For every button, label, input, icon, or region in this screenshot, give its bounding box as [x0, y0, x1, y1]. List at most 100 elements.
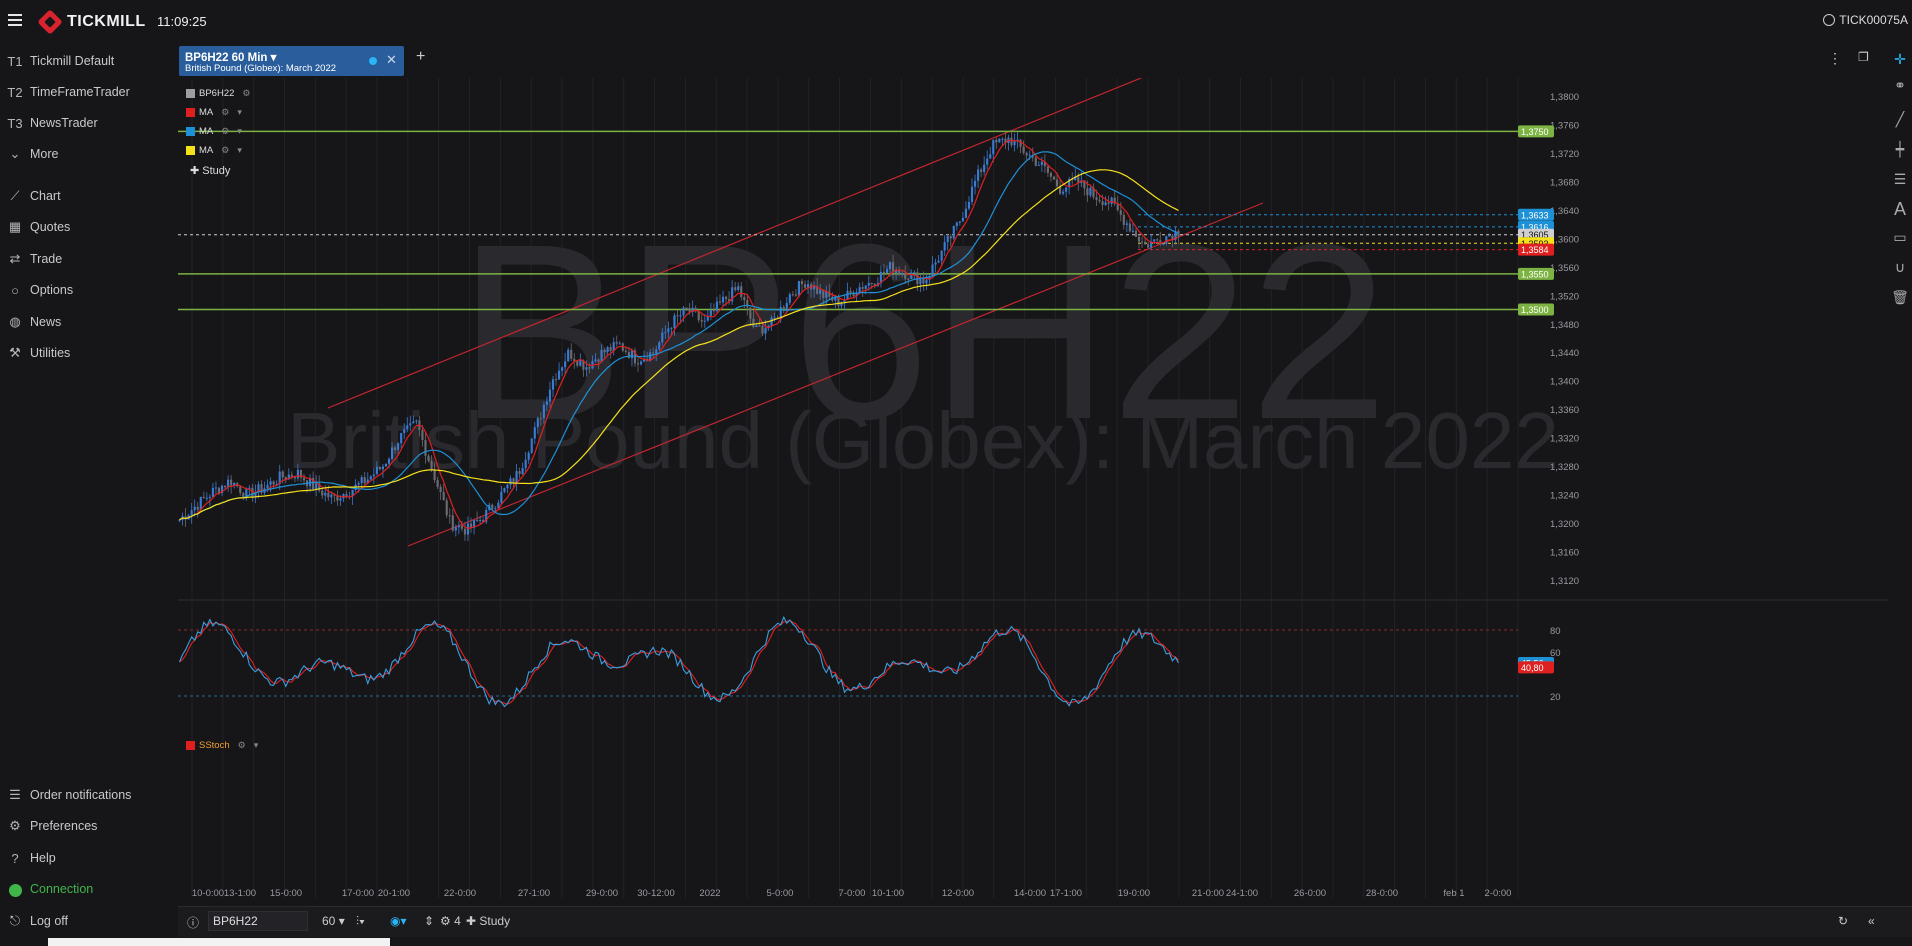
nav-label: Trade: [30, 252, 63, 266]
nav-quotes[interactable]: ▦ Quotes: [0, 215, 178, 239]
account-id[interactable]: TICK00075A: [1823, 13, 1908, 27]
legend-item-ma-red[interactable]: MA ⚙ ▾: [186, 103, 250, 122]
menu-icon[interactable]: [8, 14, 22, 26]
reset-icon[interactable]: ↻: [1838, 914, 1848, 928]
candle-body: [506, 484, 509, 489]
nav-connection[interactable]: Connection: [0, 877, 178, 901]
oscillator-legend[interactable]: SStoch ⚙ ▾: [186, 740, 258, 751]
y-tick-label: 1,3480: [1550, 320, 1579, 331]
chart-type-icon[interactable]: ⫶▾: [356, 914, 365, 929]
nav-trade[interactable]: ⇄ Trade: [0, 247, 178, 271]
add-tab-button[interactable]: +: [416, 48, 425, 66]
nav-news[interactable]: ◍ News: [0, 310, 178, 334]
x-tick-label: 15-0:00: [270, 888, 302, 899]
nav-logoff[interactable]: ⎋ Log off: [0, 909, 178, 933]
legend-item-price[interactable]: BP6H22 ⚙: [186, 84, 250, 103]
globe-icon: [1823, 14, 1836, 26]
gear-icon[interactable]: ⚙: [221, 126, 229, 137]
candle-body: [630, 350, 633, 359]
candle-body: [639, 361, 643, 365]
horizontal-line-icon[interactable]: ┿: [1888, 136, 1912, 162]
link-icon[interactable]: ⚭: [1888, 72, 1912, 98]
candle-body: [479, 519, 482, 522]
eye-icon[interactable]: ◉▾: [390, 914, 407, 928]
chevron-down-icon[interactable]: ▾: [237, 107, 242, 118]
candle-body: [193, 506, 196, 511]
more-vertical-icon[interactable]: ⋮: [1828, 50, 1842, 67]
add-study-bottom-button[interactable]: ✚ Study: [466, 914, 510, 928]
collapse-icon[interactable]: «: [1868, 914, 1875, 928]
template-t1[interactable]: T1 Tickmill Default: [0, 49, 178, 73]
crosshair-icon[interactable]: ✛: [1888, 46, 1912, 72]
color-swatch: [186, 146, 195, 155]
legend-label: MA: [199, 126, 214, 137]
nav-utilities[interactable]: ⚒ Utilities: [0, 341, 178, 365]
nav-options[interactable]: ○ Options: [0, 278, 178, 302]
nav-order-notifications[interactable]: ☰ Order notifications: [0, 783, 178, 807]
window-icon[interactable]: ❐: [1858, 50, 1869, 64]
gear-icon[interactable]: ⚙: [238, 740, 246, 751]
interval-select[interactable]: 60 ▾: [322, 914, 345, 928]
candle-body: [567, 349, 570, 362]
template-t2[interactable]: T2 TimeFrameTrader: [0, 80, 178, 104]
candle-body: [1049, 172, 1053, 177]
text-icon[interactable]: A: [1888, 196, 1912, 222]
nav-label: Chart: [30, 189, 61, 203]
rectangle-icon[interactable]: ▭: [1888, 224, 1912, 250]
candle-body: [227, 479, 230, 488]
gear-icon[interactable]: ⚙: [221, 107, 229, 118]
candle-body: [958, 221, 961, 223]
candle-body: [624, 350, 627, 353]
legend-item-ma-yellow[interactable]: MA ⚙ ▾: [186, 141, 250, 160]
chevron-down-icon[interactable]: ▾: [254, 740, 259, 751]
gear-icon[interactable]: ⚙: [242, 88, 250, 99]
template-key: T1: [7, 53, 23, 69]
x-tick-label: 14-0:00: [1014, 888, 1046, 899]
chevron-down-icon[interactable]: ▾: [237, 126, 242, 137]
candle-body: [992, 139, 995, 155]
close-icon[interactable]: ✕: [386, 52, 397, 68]
add-study-button[interactable]: ✚ Study: [190, 164, 230, 177]
candle-body: [937, 260, 940, 263]
y-tick-label: 1,3280: [1550, 462, 1579, 473]
cursor-icon[interactable]: ⇕: [424, 914, 434, 928]
gear-icon[interactable]: ⚙: [221, 145, 229, 156]
nav-help[interactable]: ? Help: [0, 846, 178, 870]
x-tick-label: 30-12:00: [637, 888, 675, 899]
trash-icon[interactable]: 🗑: [1888, 284, 1912, 310]
studies-count-value: 4: [454, 914, 461, 928]
study-label: Study: [202, 165, 231, 177]
candle-body: [296, 469, 299, 479]
trendline-icon[interactable]: ╱: [1888, 106, 1912, 132]
nav-preferences[interactable]: ⚙ Preferences: [0, 814, 178, 838]
chart-tab[interactable]: BP6H22 60 Min ▾ British Pound (Globex): …: [179, 46, 404, 76]
template-t3[interactable]: T3 NewsTrader: [0, 111, 178, 135]
x-tick-label: 21-0:00: [1192, 888, 1224, 899]
nav-label: Log off: [30, 914, 69, 928]
candle-body: [949, 236, 952, 239]
studies-count[interactable]: ⚙ 4: [440, 914, 461, 928]
nav-label: Quotes: [30, 220, 71, 234]
info-icon[interactable]: ⓘ: [187, 914, 199, 931]
legend-item-ma-blue[interactable]: MA ⚙ ▾: [186, 122, 250, 141]
clock: 11:09:25: [157, 14, 207, 29]
nav-label: Utilities: [30, 346, 71, 360]
chevron-down-icon[interactable]: ▾: [237, 145, 242, 156]
candle-body: [424, 440, 427, 456]
candle-body: [217, 487, 221, 494]
symbol-input[interactable]: [208, 911, 308, 931]
candle-body: [1019, 139, 1022, 147]
candle-body: [934, 262, 937, 265]
candle-body: [199, 496, 202, 510]
candle-body: [964, 208, 967, 218]
price-chart[interactable]: BP6H22 British Pound (Globex): March 2022…: [178, 78, 1888, 906]
x-tick-label: 7-0:00: [839, 888, 866, 899]
y-tick-label: 1,3400: [1550, 377, 1579, 388]
status-dot-icon: [0, 881, 30, 897]
candle-body: [384, 463, 388, 467]
magnet-icon[interactable]: ∪: [1888, 254, 1912, 280]
y-tick-label: 1,3720: [1550, 149, 1579, 160]
more-menu[interactable]: ⌄ More: [0, 142, 178, 166]
nav-chart[interactable]: ⟋ Chart: [0, 184, 178, 208]
fib-icon[interactable]: ☰: [1888, 166, 1912, 192]
